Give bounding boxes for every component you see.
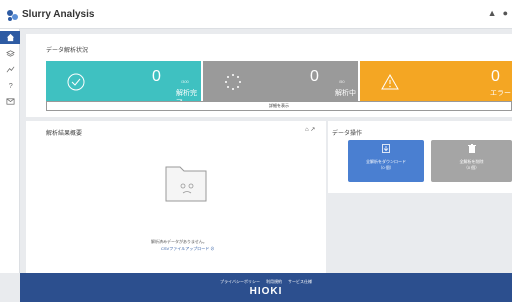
data-ops-section: データ操作 全解析をダウンロード （0 個） 全解析を削除 （0 個） [328,121,512,193]
terms-link[interactable]: 利用規約 [266,279,282,285]
sidebar: ? [0,29,20,273]
main-content: データ解析状況 0 /300 解析完了 0 /50 解析中 [20,29,512,297]
empty-message: 解析済みデータがありません。 [151,239,207,244]
top-bar: Slurry Analysis ▲ ● [0,0,512,29]
sidebar-item-chart[interactable] [0,63,20,76]
completed-unit: /300 [181,79,189,84]
service-link[interactable]: サービス仕様 [288,279,312,285]
expand-icon[interactable]: ⌂ ↗ [305,126,315,133]
spinner-icon [225,74,241,90]
sidebar-item-mail[interactable] [0,95,20,108]
privacy-link[interactable]: プライバシーポリシー [220,279,260,285]
download-icon [382,144,390,153]
top-icons: ▲ ● [488,8,508,18]
sidebar-item-layers[interactable] [0,47,20,60]
status-card-completed: 0 /300 解析完了 [46,61,201,107]
processing-label: 解析中 [335,90,356,97]
home-icon [6,33,14,42]
status-card-error: 0 エラー [360,61,512,104]
processing-unit: /50 [339,79,345,84]
csv-upload-link[interactable]: CSVファイルアップロード ⊘ [161,246,214,252]
hioki-logo: HIOKI [249,286,283,297]
error-label: エラー [490,90,511,97]
help-icon: ? [8,81,12,90]
empty-folder-icon [165,166,207,202]
app-logo-icon [7,10,18,21]
warning-icon [381,73,399,90]
sidebar-item-home[interactable] [0,31,20,44]
trash-icon [467,144,476,153]
completed-count: 0 [152,68,161,85]
download-all-count: （0 個） [378,165,394,170]
user-icon[interactable]: ● [503,8,508,18]
svg-text:?: ? [8,81,12,90]
sidebar-item-help[interactable]: ? [0,79,20,92]
error-count: 0 [491,68,500,85]
delete-all-count: （0 個） [463,165,480,170]
chart-icon [6,66,14,73]
footer-links: プライバシーポリシー 利用規約 サービス仕様 [20,279,512,285]
delete-all-button[interactable]: 全解析を削除 （0 個） [431,140,512,182]
check-circle-icon [67,73,85,91]
detail-button[interactable]: 詳細を表示 [46,101,512,111]
data-ops-title: データ操作 [332,131,363,137]
results-title: 解析結果概要 [46,131,83,137]
status-card-processing: 0 /50 解析中 [203,61,358,104]
processing-count: 0 [310,68,319,85]
layers-icon [5,50,15,57]
status-title: データ解析状況 [46,48,89,54]
footer: プライバシーポリシー 利用規約 サービス仕様 HIOKI [20,273,512,302]
mail-icon [6,98,14,105]
download-all-button[interactable]: 全解析をダウンロード （0 個） [348,140,424,182]
notification-icon[interactable]: ▲ [488,8,497,18]
results-section: 解析結果概要 ⌂ ↗ 解析済みデータがありません。 CSVファイルアップロード … [26,121,326,297]
app-title: Slurry Analysis [22,9,95,20]
